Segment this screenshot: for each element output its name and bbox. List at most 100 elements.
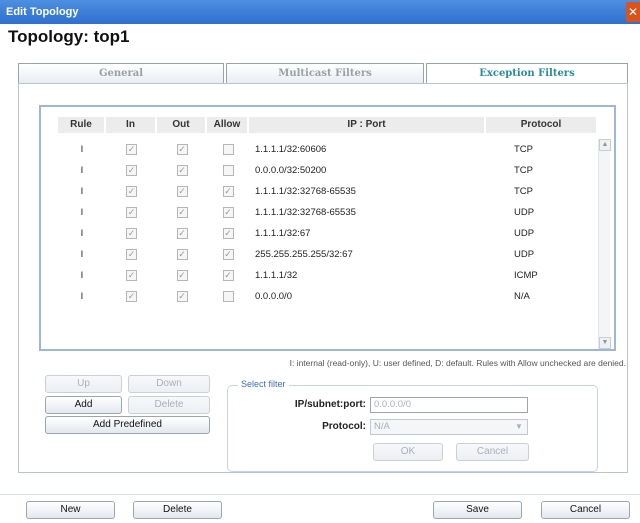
in-checkbox[interactable]: ✓ (126, 228, 137, 239)
ip-port-cell: 1.1.1.1/32:67 (255, 228, 311, 239)
protocol-cell: ICMP (514, 270, 538, 281)
in-cell: ✓ (106, 160, 157, 181)
protocol-cell: TCP (514, 144, 533, 155)
protocol-cell: TCP (514, 186, 533, 197)
allow-checkbox[interactable] (222, 165, 234, 176)
table-row[interactable]: I ✓ ✓ 0.0.0.0/0 N/A (58, 286, 598, 307)
ip-port-cell: 1.1.1.1/32:32768-65535 (255, 207, 356, 218)
out-checkbox[interactable]: ✓ (176, 144, 188, 155)
check-icon: ✓ (127, 228, 136, 238)
new-button[interactable]: New (26, 501, 115, 519)
out-cell: ✓ (157, 202, 207, 223)
ip-subnet-port-label: IP/subnet:port: (294, 399, 366, 410)
table-row[interactable]: I ✓ ✓ ✓ 1.1.1.1/32:32768-65535 UDP (58, 202, 598, 223)
ip-port-cell: 1.1.1.1/32:32768-65535 (255, 186, 356, 197)
in-checkbox[interactable]: ✓ (126, 144, 137, 155)
filter-cancel-button[interactable]: Cancel (456, 443, 529, 461)
ip-port-cell: 0.0.0.0/32:50200 (255, 165, 327, 176)
scroll-down-icon[interactable]: ▼ (599, 337, 611, 349)
allow-cell: ✓ (207, 244, 249, 265)
in-cell: ✓ (106, 265, 157, 286)
allow-cell: ✓ (207, 265, 249, 286)
tab-exception-filters[interactable]: Exception Filters (426, 63, 628, 83)
allow-cell: ✓ (207, 223, 249, 244)
allow-checkbox[interactable] (222, 144, 234, 155)
out-checkbox[interactable]: ✓ (176, 291, 188, 302)
allow-cell: ✓ (207, 181, 249, 202)
tab-multicast-filters[interactable]: Multicast Filters (226, 63, 424, 83)
allow-checkbox[interactable]: ✓ (222, 270, 234, 281)
table-scrollbar[interactable]: ▲ ▼ (598, 139, 611, 349)
table-row[interactable]: I ✓ ✓ ✓ 255.255.255.255/32:67 UDP (58, 244, 598, 265)
window-title: Edit Topology (6, 6, 79, 18)
in-checkbox[interactable]: ✓ (126, 207, 137, 218)
check-icon: ✓ (178, 207, 186, 217)
tab-general[interactable]: General (18, 63, 224, 83)
allow-checkbox[interactable]: ✓ (222, 228, 234, 239)
out-cell: ✓ (157, 265, 207, 286)
allow-checkbox[interactable]: ✓ (222, 249, 234, 260)
in-cell: ✓ (106, 244, 157, 265)
table-row[interactable]: I ✓ ✓ ✓ 1.1.1.1/32:32768-65535 TCP (58, 181, 598, 202)
filter-ok-button[interactable]: OK (373, 443, 443, 461)
in-checkbox[interactable]: ✓ (126, 186, 137, 197)
column-header-allow[interactable]: Allow (207, 117, 249, 133)
delete-button[interactable]: Delete (133, 501, 222, 519)
out-checkbox[interactable]: ✓ (176, 228, 188, 239)
rule-cell: I (80, 270, 84, 281)
allow-checkbox[interactable] (222, 291, 234, 302)
column-header-rule[interactable]: Rule (58, 117, 106, 133)
allow-checkbox[interactable]: ✓ (222, 186, 234, 197)
allow-cell (207, 160, 249, 181)
add-button[interactable]: Add (45, 396, 122, 414)
table-row[interactable]: I ✓ ✓ ✓ 1.1.1.1/32 ICMP (58, 265, 598, 286)
check-icon: ✓ (224, 207, 232, 217)
cancel-button[interactable]: Cancel (541, 501, 630, 519)
check-icon: ✓ (178, 249, 186, 259)
add-predefined-button[interactable]: Add Predefined (45, 416, 210, 434)
in-checkbox[interactable]: ✓ (126, 165, 137, 176)
allow-checkbox[interactable]: ✓ (222, 207, 234, 218)
column-header-protocol[interactable]: Protocol (486, 117, 598, 133)
scroll-up-icon[interactable]: ▲ (599, 139, 611, 151)
out-checkbox[interactable]: ✓ (176, 249, 188, 260)
table-row[interactable]: I ✓ ✓ 0.0.0.0/32:50200 TCP (58, 160, 598, 181)
down-button[interactable]: Down (128, 375, 210, 393)
delete-rule-button[interactable]: Delete (128, 396, 210, 414)
out-cell: ✓ (157, 223, 207, 244)
rule-cell: I (80, 207, 84, 218)
out-cell: ✓ (157, 286, 207, 307)
window-titlebar: Edit Topology ✕ (0, 0, 640, 24)
out-checkbox[interactable]: ✓ (176, 186, 188, 197)
rule-cell: I (80, 291, 84, 302)
protocol-select[interactable]: N/A ▼ (370, 419, 528, 435)
in-checkbox[interactable]: ✓ (126, 249, 137, 260)
rule-cell: I (80, 144, 84, 155)
protocol-cell: UDP (514, 249, 535, 260)
save-button[interactable]: Save (433, 501, 522, 519)
check-icon: ✓ (224, 249, 232, 259)
check-icon: ✓ (178, 270, 186, 280)
out-checkbox[interactable]: ✓ (176, 270, 188, 281)
check-icon: ✓ (224, 228, 232, 238)
in-cell: ✓ (106, 139, 157, 160)
out-checkbox[interactable]: ✓ (176, 165, 188, 176)
protocol-select-value: N/A (374, 421, 390, 432)
page-title: Topology: top1 (8, 27, 130, 46)
column-header-out[interactable]: Out (157, 117, 207, 133)
close-icon[interactable]: ✕ (626, 2, 640, 22)
check-icon: ✓ (224, 186, 232, 196)
out-checkbox[interactable]: ✓ (176, 207, 188, 218)
out-cell: ✓ (157, 244, 207, 265)
column-header-in[interactable]: In (106, 117, 157, 133)
check-icon: ✓ (178, 165, 186, 175)
up-button[interactable]: Up (45, 375, 122, 393)
chevron-down-icon[interactable]: ▼ (513, 421, 525, 433)
allow-cell (207, 139, 249, 160)
table-row[interactable]: I ✓ ✓ ✓ 1.1.1.1/32:67 UDP (58, 223, 598, 244)
ip-subnet-port-input[interactable]: 0.0.0.0/0 (370, 397, 528, 413)
column-header-ip-port[interactable]: IP : Port (249, 117, 486, 133)
in-checkbox[interactable]: ✓ (126, 270, 137, 281)
table-row[interactable]: I ✓ ✓ 1.1.1.1/32:60606 TCP (58, 139, 598, 160)
in-checkbox[interactable]: ✓ (126, 291, 137, 302)
